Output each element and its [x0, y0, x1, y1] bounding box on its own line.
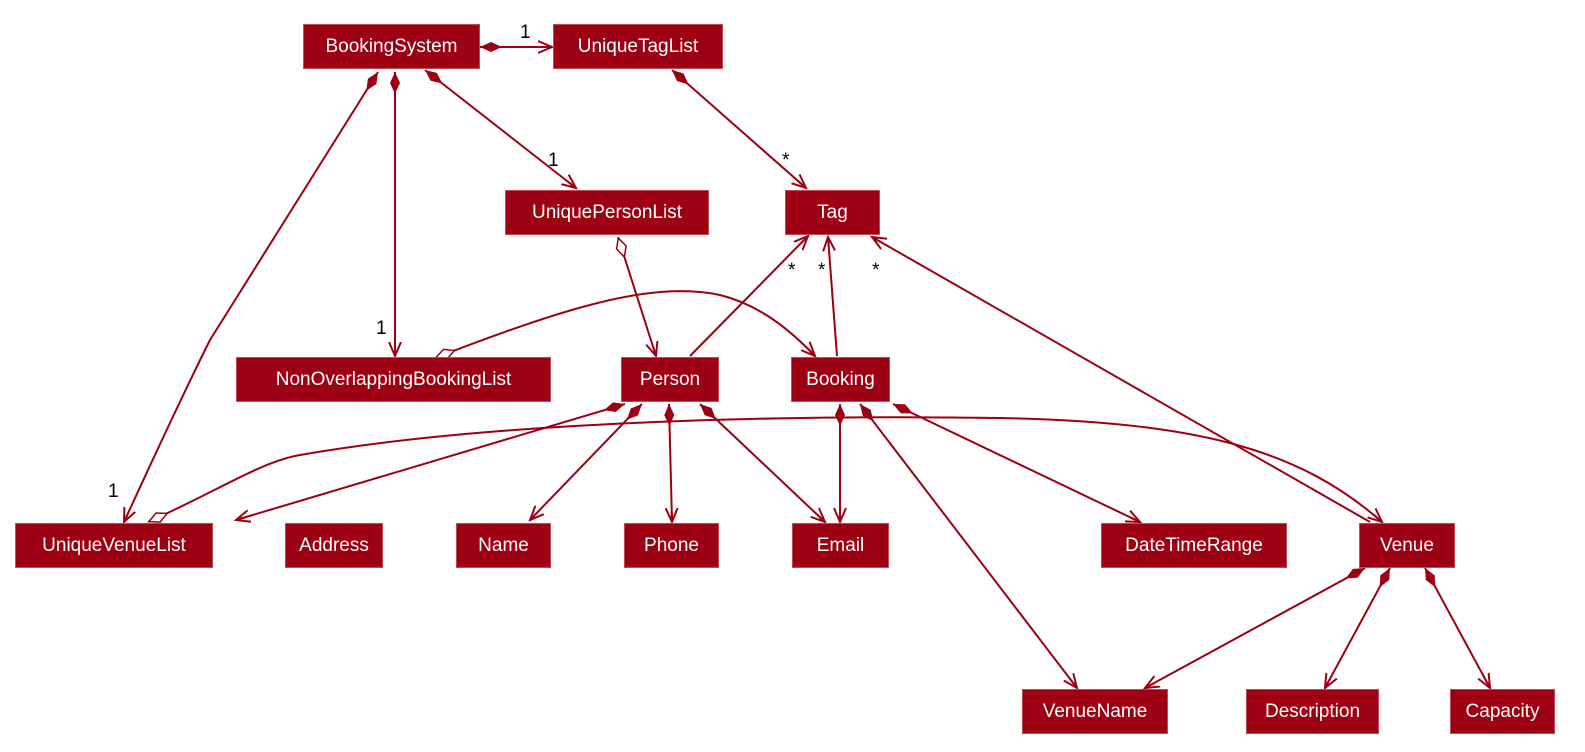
class-venuename: VenueName [1022, 689, 1168, 734]
edge-booking-tag [828, 237, 838, 357]
edge-uniquevenuelist-venue [148, 416, 1382, 522]
class-tag: Tag [785, 190, 880, 235]
class-capacity: Capacity [1450, 689, 1555, 734]
multiplicity-label: 1 [548, 150, 559, 171]
multiplicity-label: * [872, 260, 880, 281]
multiplicity-label: * [818, 260, 826, 281]
class-address: Address [285, 523, 383, 568]
edge-booking-datetimerange [892, 403, 1140, 522]
multiplicity-label: 1 [376, 318, 387, 339]
class-person: Person [621, 357, 719, 402]
uml-class-diagram: 1 1 1 1 * * * * BookingSystem UniqueTagL… [0, 0, 1585, 752]
edge-bookingsystem-uniquevenuelist [124, 71, 379, 522]
class-name: Name [456, 523, 551, 568]
class-bookingsystem: BookingSystem [303, 24, 480, 69]
class-nonoverlappingbookinglist: NonOverlappingBookingList [236, 357, 551, 402]
class-uniquevenuelist: UniqueVenueList [15, 523, 213, 568]
edge-person-tag [689, 236, 808, 357]
edge-venue-capacity [1424, 567, 1490, 688]
edge-person-name [530, 403, 643, 520]
edge-venue-tag [872, 237, 1371, 523]
class-email: Email [792, 523, 889, 568]
multiplicity-label: * [788, 260, 796, 281]
edge-nonoverlappingbookinglist-booking [435, 290, 815, 358]
multiplicity-label: * [782, 150, 790, 171]
multiplicity-label: 1 [108, 481, 119, 502]
edge-venue-venuename [1145, 567, 1366, 688]
edge-person-email [699, 403, 825, 522]
class-uniquetaglist: UniqueTagList [553, 24, 723, 69]
class-phone: Phone [624, 523, 719, 568]
class-description: Description [1246, 689, 1379, 734]
edge-venue-description [1325, 567, 1391, 688]
class-venue: Venue [1359, 523, 1455, 568]
class-datetimerange: DateTimeRange [1101, 523, 1287, 568]
edge-booking-venuename [859, 403, 1077, 688]
class-booking: Booking [791, 357, 890, 402]
class-uniquepersonlist: UniquePersonList [505, 190, 709, 235]
multiplicity-label: 1 [520, 22, 531, 43]
edge-person-address [236, 404, 626, 520]
